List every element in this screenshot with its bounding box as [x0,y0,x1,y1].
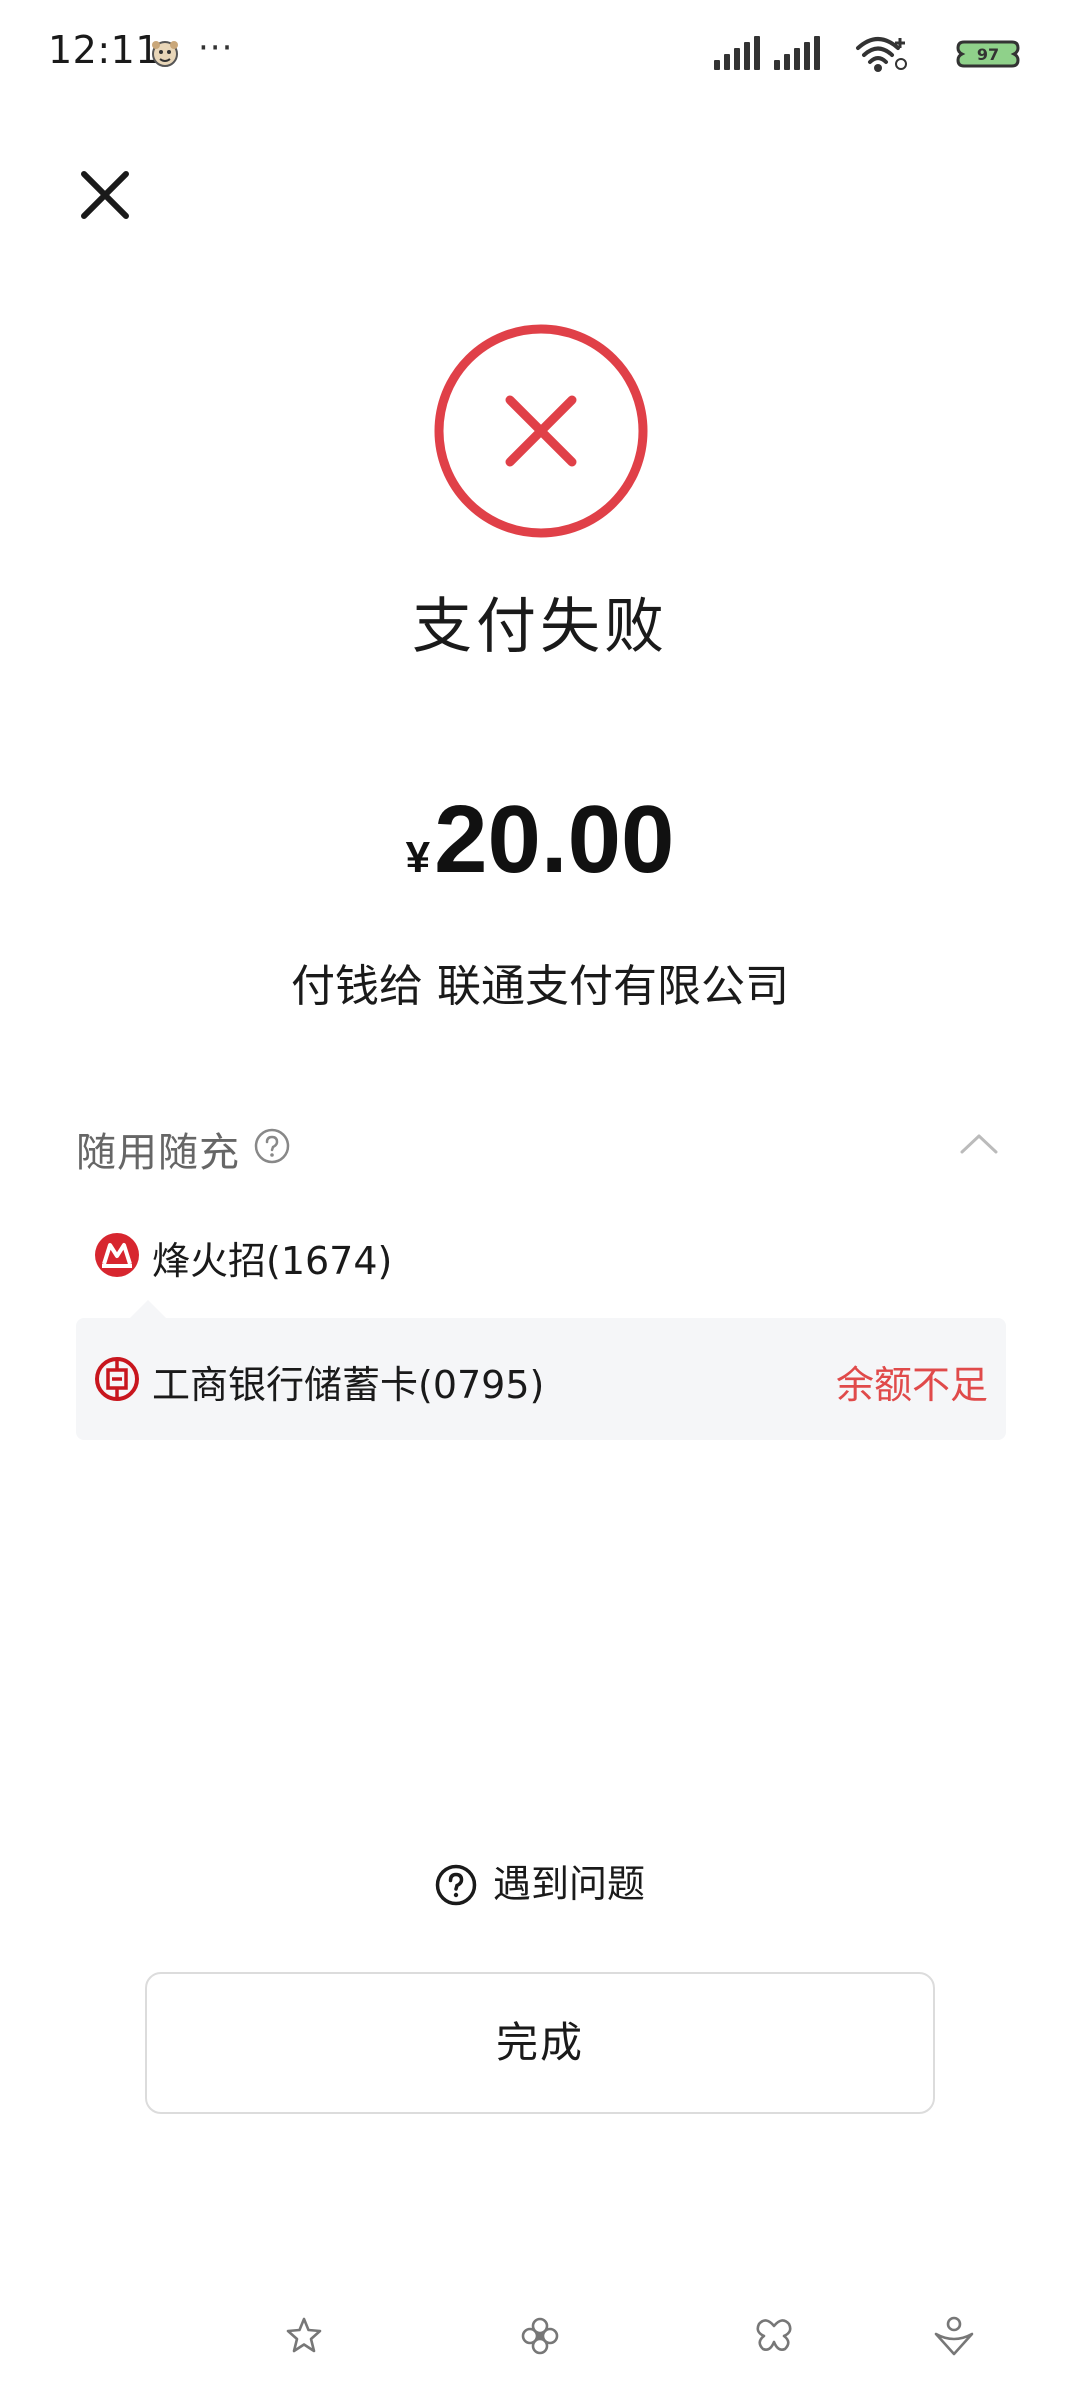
done-button[interactable]: 完成 [145,1972,935,2114]
problem-link[interactable]: 遇到问题 [435,1856,645,1912]
close-icon[interactable] [70,160,140,230]
payment-method-name: 烽火招(1674) [152,1239,393,1283]
question-circle-icon[interactable] [254,1128,290,1164]
wifi-icon [856,37,907,72]
status-indicators: 97 [690,34,1020,74]
amount-value: 20.00 [434,786,675,893]
selection-pointer [130,1300,166,1318]
signal-icon [714,36,760,70]
status-bar: 12:11 ··· 97 [0,0,1080,108]
chevron-up-icon[interactable] [958,1128,1000,1160]
flower-icon[interactable] [518,2314,562,2358]
heart-person-icon[interactable] [932,2314,976,2358]
status-more-indicator: ··· [198,28,234,68]
payment-amount: ¥20.00 [0,780,1080,927]
butterfly-icon[interactable] [752,2314,796,2358]
currency-symbol: ¥ [405,833,431,882]
payment-section-title: 随用随充 [76,1130,240,1176]
problem-link-container: 遇到问题 [0,1856,1080,1912]
battery-icon: 97 [956,40,1020,68]
status-time: 12:11 [48,28,161,72]
payment-method-name: 工商银行储蓄卡(0795) [152,1363,545,1407]
app-mascot-icon [152,41,178,67]
insufficient-balance-label: 余额不足 [835,1363,988,1407]
question-circle-icon [435,1864,477,1906]
payment-method-row[interactable]: 工商银行储蓄卡(0795) 余额不足 [76,1318,1006,1440]
cmb-bank-logo [95,1233,139,1277]
problem-link-label: 遇到问题 [492,1862,645,1906]
payment-method-row[interactable]: 烽火招(1674) [76,1194,1006,1316]
payee-text: 付钱给 联通支付有限公司 [291,961,789,1012]
svg-text:97: 97 [977,45,999,64]
signal-icon [774,36,820,70]
result-title: 支付失败 [412,592,668,662]
icbc-bank-logo [95,1357,139,1401]
star-icon[interactable] [282,2314,326,2358]
error-circle-icon [434,324,648,538]
